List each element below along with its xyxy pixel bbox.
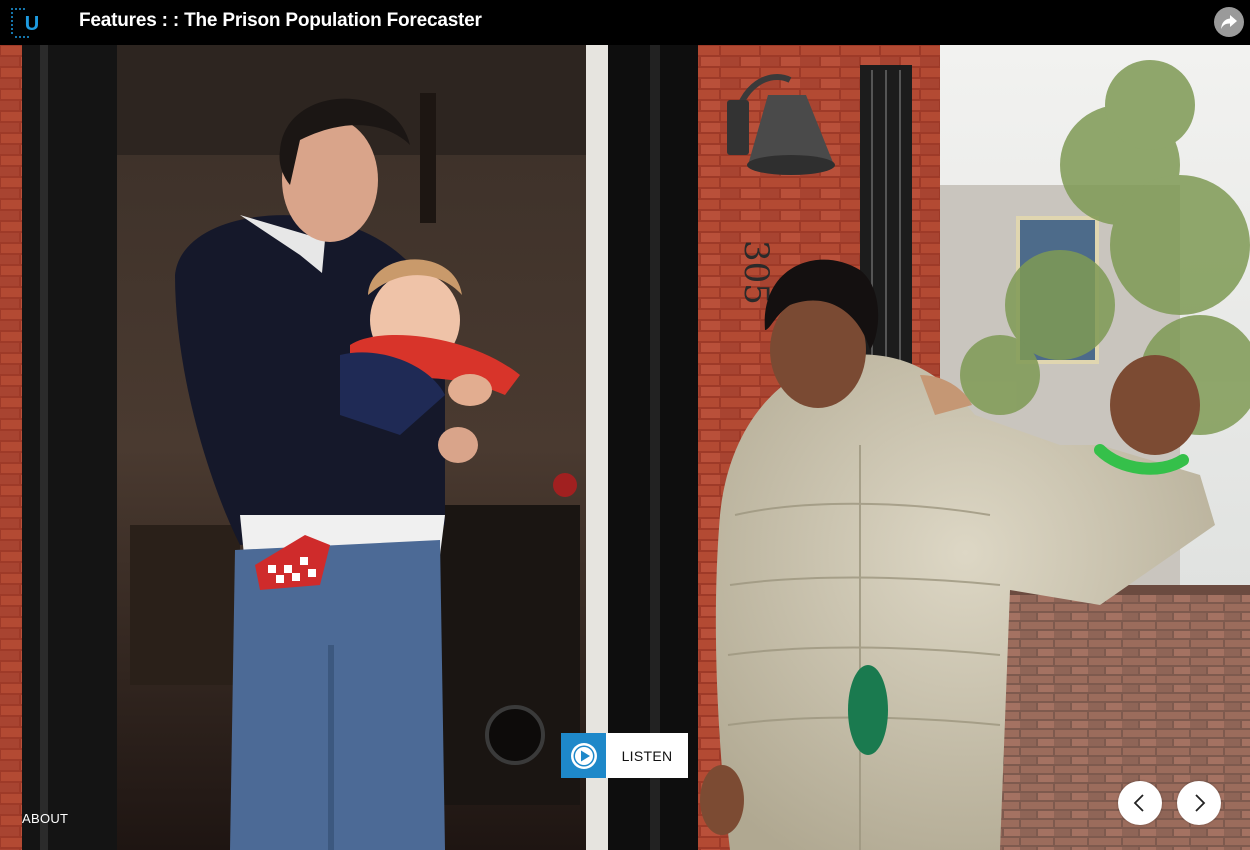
share-arrow-icon: [1221, 15, 1237, 29]
chevron-right-icon: [1195, 794, 1206, 812]
hero-photo: 305: [0, 45, 1250, 850]
share-button[interactable]: [1214, 7, 1244, 37]
top-bar: U Features : : The Prison Population For…: [0, 0, 1250, 45]
photo-illustration: 305: [0, 45, 1250, 850]
play-icon: [570, 742, 597, 769]
listen-label: LISTEN: [621, 747, 673, 764]
play-icon-box: [561, 733, 606, 778]
logo-letter: U: [25, 13, 39, 35]
about-link[interactable]: ABOUT: [22, 811, 68, 826]
previous-button[interactable]: [1118, 781, 1162, 825]
site-logo[interactable]: U: [8, 5, 44, 41]
listen-button[interactable]: LISTEN: [561, 733, 688, 778]
logo-icon: U: [11, 8, 39, 38]
next-button[interactable]: [1177, 781, 1221, 825]
chevron-left-icon: [1133, 794, 1144, 812]
page-title: Features : : The Prison Population Forec…: [79, 10, 482, 31]
